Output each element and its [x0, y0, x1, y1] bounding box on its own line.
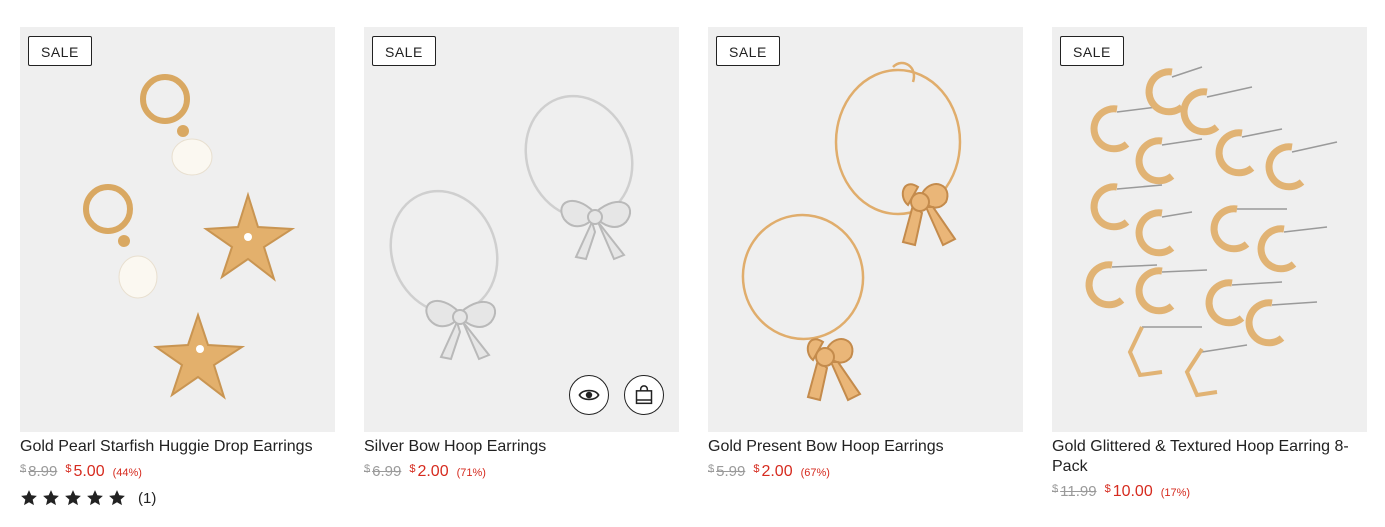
- star-rating[interactable]: (1): [20, 489, 335, 507]
- discount-percent: (67%): [800, 467, 830, 479]
- original-price: $8.99: [20, 463, 58, 480]
- product-card[interactable]: SALE Gold Glittered & Textured Hoop Earr…: [1052, 27, 1367, 507]
- discount-percent: (71%): [456, 467, 486, 479]
- star-icon: [109, 490, 125, 506]
- sale-price: $5.00: [65, 463, 105, 480]
- star-icon: [87, 490, 103, 506]
- sale-price: $10.00: [1104, 483, 1153, 500]
- product-name[interactable]: Gold Present Bow Hoop Earrings: [708, 437, 1023, 457]
- review-count[interactable]: (1): [138, 490, 156, 507]
- product-card[interactable]: SALE Silver Bow Hoop Earrings $ 6.99 $ 2…: [364, 27, 679, 507]
- star-icon: [43, 490, 59, 506]
- eye-icon: [578, 389, 600, 401]
- price-row: $8.99 $5.00 (44%): [20, 463, 335, 481]
- star-icon: [21, 490, 37, 506]
- quick-actions: [569, 375, 664, 415]
- product-card[interactable]: SALE Gold Pearl Starfish Huggie Drop Ear…: [20, 27, 335, 507]
- sale-badge: SALE: [28, 36, 92, 66]
- discount-percent: (17%): [1160, 487, 1191, 499]
- sale-badge: SALE: [716, 36, 780, 66]
- shopping-bag-icon: [635, 385, 653, 405]
- discount-percent: (44%): [112, 467, 142, 479]
- earring-illustration: [1085, 66, 1338, 398]
- price-row: $5.99 $2.00 (67%): [708, 463, 1023, 481]
- product-card[interactable]: SALE Gold Present Bow Hoop Earrings $5.9…: [708, 27, 1023, 507]
- product-grid: SALE Gold Pearl Starfish Huggie Drop Ear…: [20, 27, 1367, 507]
- earring-illustration: [83, 74, 296, 400]
- original-price: $11.99: [1052, 483, 1097, 500]
- original-price: $6.99: [364, 463, 402, 480]
- quick-view-button[interactable]: [569, 375, 609, 415]
- product-name[interactable]: Gold Glittered & Textured Hoop Earring 8…: [1052, 437, 1367, 477]
- sale-price: $2.00: [753, 463, 793, 480]
- product-image[interactable]: SALE: [364, 27, 679, 432]
- product-name[interactable]: Silver Bow Hoop Earrings: [364, 437, 679, 457]
- sale-badge: SALE: [1060, 36, 1124, 66]
- product-image[interactable]: SALE: [20, 27, 335, 432]
- product-image[interactable]: SALE: [1052, 27, 1367, 432]
- earring-illustration: [389, 94, 634, 361]
- star-icon: [65, 490, 81, 506]
- add-to-bag-button[interactable]: [624, 375, 664, 415]
- original-price: $5.99: [708, 463, 746, 480]
- price-row: $6.99 $2.00 (71%): [364, 463, 679, 481]
- price-row: $11.99 $10.00 (17%): [1052, 483, 1367, 501]
- sale-price: $2.00: [409, 463, 449, 480]
- product-name[interactable]: Gold Pearl Starfish Huggie Drop Earrings: [20, 437, 335, 457]
- earring-illustration: [741, 61, 962, 402]
- sale-badge: SALE: [372, 36, 436, 66]
- product-image[interactable]: SALE: [708, 27, 1023, 432]
